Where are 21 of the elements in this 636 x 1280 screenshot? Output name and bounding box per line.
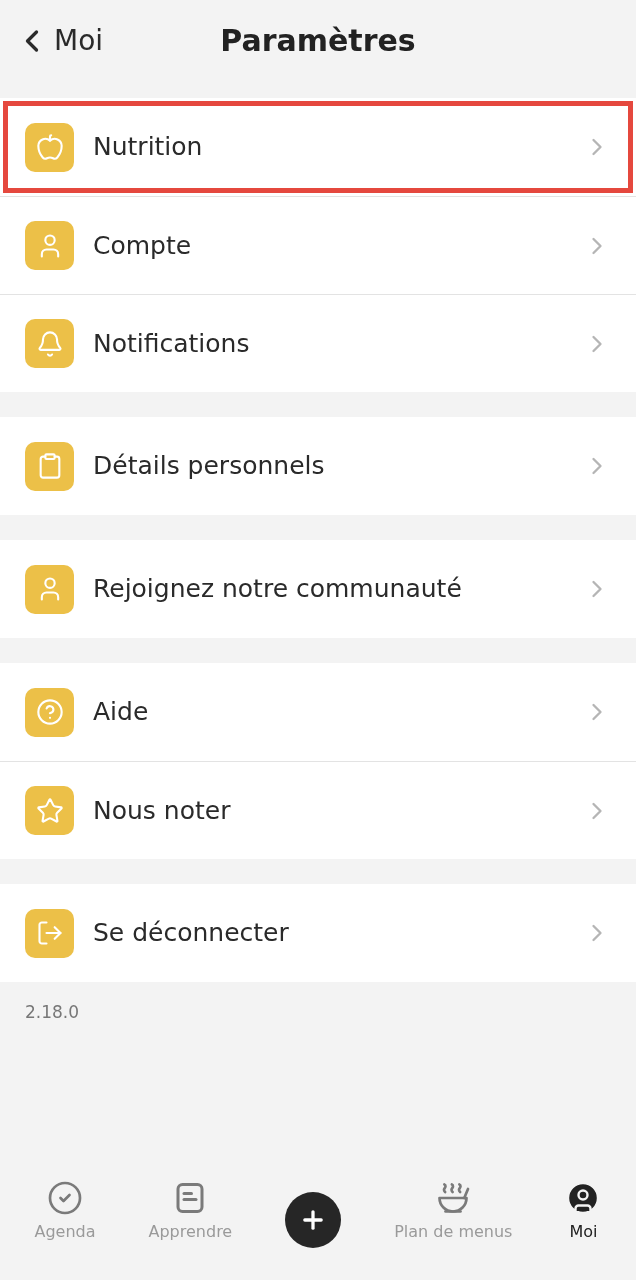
apple-icon [25, 122, 74, 172]
bowl-icon [435, 1180, 472, 1216]
settings-item[interactable]: Compte [0, 196, 636, 294]
settings-item[interactable]: Nous noter [0, 761, 636, 859]
bell-icon [25, 319, 74, 368]
help-icon [25, 687, 74, 737]
settings-item[interactable]: Détails personnels [0, 417, 636, 515]
version-label: 2.18.0 [24, 1001, 81, 1024]
user-icon [25, 564, 74, 614]
check-icon [47, 1180, 83, 1216]
page-title: Paramètres [220, 21, 416, 60]
user-icon [25, 221, 74, 270]
settings-item[interactable]: Aide [0, 663, 636, 761]
nav-tab[interactable]: Moi [565, 1180, 602, 1244]
back-button[interactable]: Moi [14, 20, 104, 62]
settings-item[interactable]: Rejoignez notre communauté [0, 540, 636, 638]
clipboard-icon [25, 441, 74, 491]
settings-item[interactable]: Se déconnecter [0, 884, 636, 982]
logout-icon [25, 908, 74, 958]
settings-item[interactable]: Nutrition [0, 98, 636, 196]
settings-item[interactable]: Notifications [0, 294, 636, 392]
